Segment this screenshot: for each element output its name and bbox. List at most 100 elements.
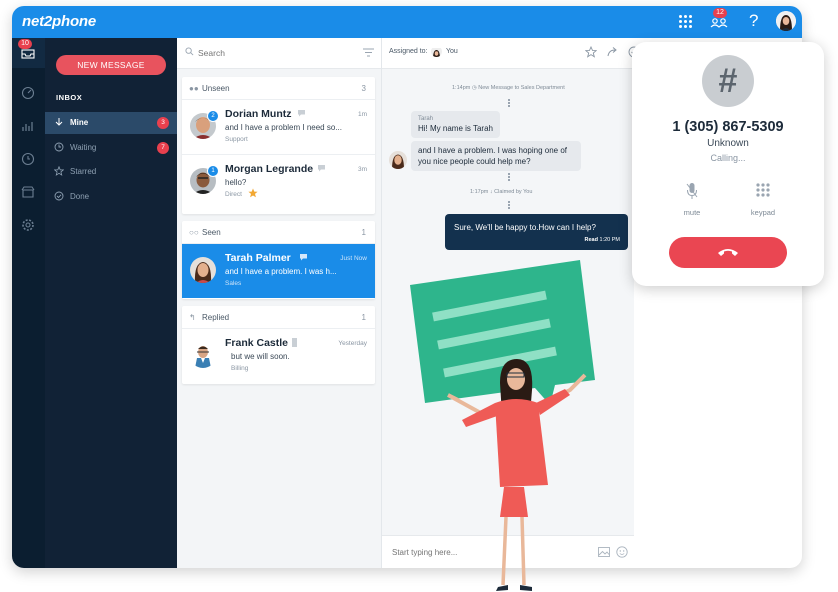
- chat-bubble-icon: [298, 110, 305, 117]
- star-icon: [53, 165, 65, 176]
- inbox-badge: 10: [18, 39, 32, 49]
- assigned-label: Assigned to:: [389, 48, 428, 55]
- team-icon[interactable]: 12: [710, 8, 728, 28]
- event-time: 1:14pm: [452, 85, 471, 91]
- star-icon[interactable]: [248, 188, 258, 198]
- section-header-unseen: ●● Unseen 3: [182, 77, 375, 100]
- assignee-name: You: [446, 48, 458, 55]
- conversation-item-tarah[interactable]: Tarah Palmer and I have a problem. I was…: [182, 244, 375, 298]
- message-text: Sure, We'll be happy to.How can I help?: [454, 223, 596, 232]
- sender-avatar: [389, 151, 407, 169]
- conversation-item-morgan[interactable]: 1 Morgan Legrande hello? Direct 3m: [182, 155, 375, 209]
- nav-item-label: Waiting: [70, 143, 97, 152]
- section-label: Replied: [202, 313, 230, 322]
- call-panel: # 1 (305) 867-5309 Unknown Calling... mu…: [632, 42, 824, 286]
- hang-up-button[interactable]: [669, 237, 787, 268]
- reports-icon[interactable]: [20, 119, 36, 135]
- reply-icon: ↰: [189, 313, 196, 322]
- message-text: Hi! My name is Tarah: [418, 124, 493, 133]
- store-icon[interactable]: [20, 185, 36, 201]
- search-bar: [177, 38, 381, 69]
- arrow-down-icon: [54, 117, 64, 127]
- contact-name: Morgan Legrande: [225, 163, 314, 175]
- history-icon[interactable]: [20, 152, 36, 168]
- keypad-icon: [756, 183, 770, 197]
- conversation-item-frank[interactable]: Frank Castle but we will soon. Billing Y…: [182, 329, 375, 383]
- caller-avatar-hash-icon: #: [702, 55, 754, 107]
- new-message-button[interactable]: NEW MESSAGE: [56, 55, 166, 75]
- filter-icon[interactable]: [363, 48, 374, 57]
- avatar: [190, 342, 216, 368]
- apps-grid-icon[interactable]: [679, 15, 693, 29]
- inbox-icon[interactable]: 10: [18, 39, 36, 63]
- mute-label: mute: [683, 208, 701, 217]
- chat-header: Assigned to: You: [382, 38, 640, 69]
- read-time: 1:20 PM: [599, 237, 620, 243]
- nav-item-count: 3: [157, 117, 169, 129]
- seen-icon: ○○: [189, 228, 199, 237]
- top-bar: net2phone 12 ?: [12, 6, 802, 38]
- unread-badge: 2: [207, 110, 219, 122]
- message-preview: but we will soon.: [231, 352, 290, 361]
- call-status: Calling...: [710, 153, 746, 163]
- inbox-nav: NEW MESSAGE INBOX Mine 3 Waiting 7 Starr…: [45, 38, 177, 568]
- unseen-icon: ●●: [189, 84, 199, 93]
- chat-bubble-icon: [300, 254, 307, 261]
- phone-hangup-icon: [718, 249, 738, 256]
- caller-name: Unknown: [707, 138, 749, 149]
- forward-icon[interactable]: [607, 46, 619, 58]
- search-input[interactable]: [198, 45, 348, 61]
- nav-item-waiting[interactable]: Waiting 7: [45, 137, 177, 159]
- section-count: 1: [361, 313, 366, 322]
- inbox-heading: INBOX: [56, 93, 83, 102]
- department-label: Direct: [225, 191, 242, 198]
- keypad-button[interactable]: keypad: [738, 182, 788, 218]
- event-text: Claimed by You: [494, 189, 533, 195]
- department-label: Billing: [231, 365, 249, 372]
- nav-item-label: Starred: [70, 167, 97, 176]
- unseen-section: ●● Unseen 3 2 Dorian Muntz and I have a …: [182, 77, 375, 214]
- settings-gear-icon[interactable]: [20, 218, 36, 234]
- unread-badge: 1: [207, 165, 219, 177]
- nav-item-done[interactable]: Done: [45, 186, 177, 208]
- assignee-avatar[interactable]: [431, 46, 442, 57]
- section-count: 1: [361, 228, 366, 237]
- mute-button[interactable]: mute: [667, 182, 717, 218]
- read-receipt: Read 1:20 PM: [585, 235, 620, 246]
- nav-item-label: Done: [70, 192, 90, 201]
- icon-rail: 10: [12, 38, 45, 568]
- contact-name: Frank Castle: [225, 337, 289, 349]
- timeline-dots: [508, 201, 512, 209]
- person-holding-chat-bubble-illustration: [410, 260, 595, 591]
- section-header-replied: ↰ Replied 1: [182, 306, 375, 329]
- nav-item-count: 7: [157, 142, 169, 154]
- notification-badge: 12: [713, 8, 727, 18]
- message-preview: hello?: [225, 178, 247, 187]
- replied-section: ↰ Replied 1 Frank Castle but we will soo…: [182, 306, 375, 384]
- section-label: Unseen: [202, 84, 230, 93]
- system-event-claimed: 1:17pm ↓ Claimed by You: [470, 189, 532, 195]
- dashboard-icon[interactable]: [20, 86, 36, 102]
- conversation-item-dorian[interactable]: 2 Dorian Muntz and I have a problem I ne…: [182, 100, 375, 155]
- message-text: and I have a problem. I was hoping one o…: [418, 146, 567, 166]
- help-icon[interactable]: ?: [749, 11, 758, 31]
- department-label: Support: [225, 136, 248, 143]
- user-avatar[interactable]: [776, 11, 796, 31]
- timestamp: 3m: [357, 166, 367, 173]
- microphone-muted-icon: [686, 183, 698, 199]
- system-event-new-message: 1:14pm ◷ New Message to Sales Department: [452, 85, 565, 91]
- caller-number: 1 (305) 867-5309: [672, 119, 784, 135]
- nav-item-starred[interactable]: Starred: [45, 161, 177, 183]
- timestamp: Yesterday: [338, 340, 367, 347]
- contact-name: Tarah Palmer: [225, 252, 291, 264]
- department-label: Sales: [225, 280, 242, 287]
- read-label: Read: [584, 237, 598, 243]
- nav-item-mine[interactable]: Mine 3: [45, 112, 177, 134]
- section-count: 3: [361, 84, 366, 93]
- contact-name: Dorian Muntz: [225, 108, 292, 120]
- message-preview: and I have a problem. I was h...: [225, 267, 337, 276]
- clock-icon: [54, 142, 64, 152]
- star-icon[interactable]: [585, 46, 597, 58]
- timeline-dots: [508, 99, 512, 107]
- section-header-seen: ○○ Seen 1: [182, 221, 375, 244]
